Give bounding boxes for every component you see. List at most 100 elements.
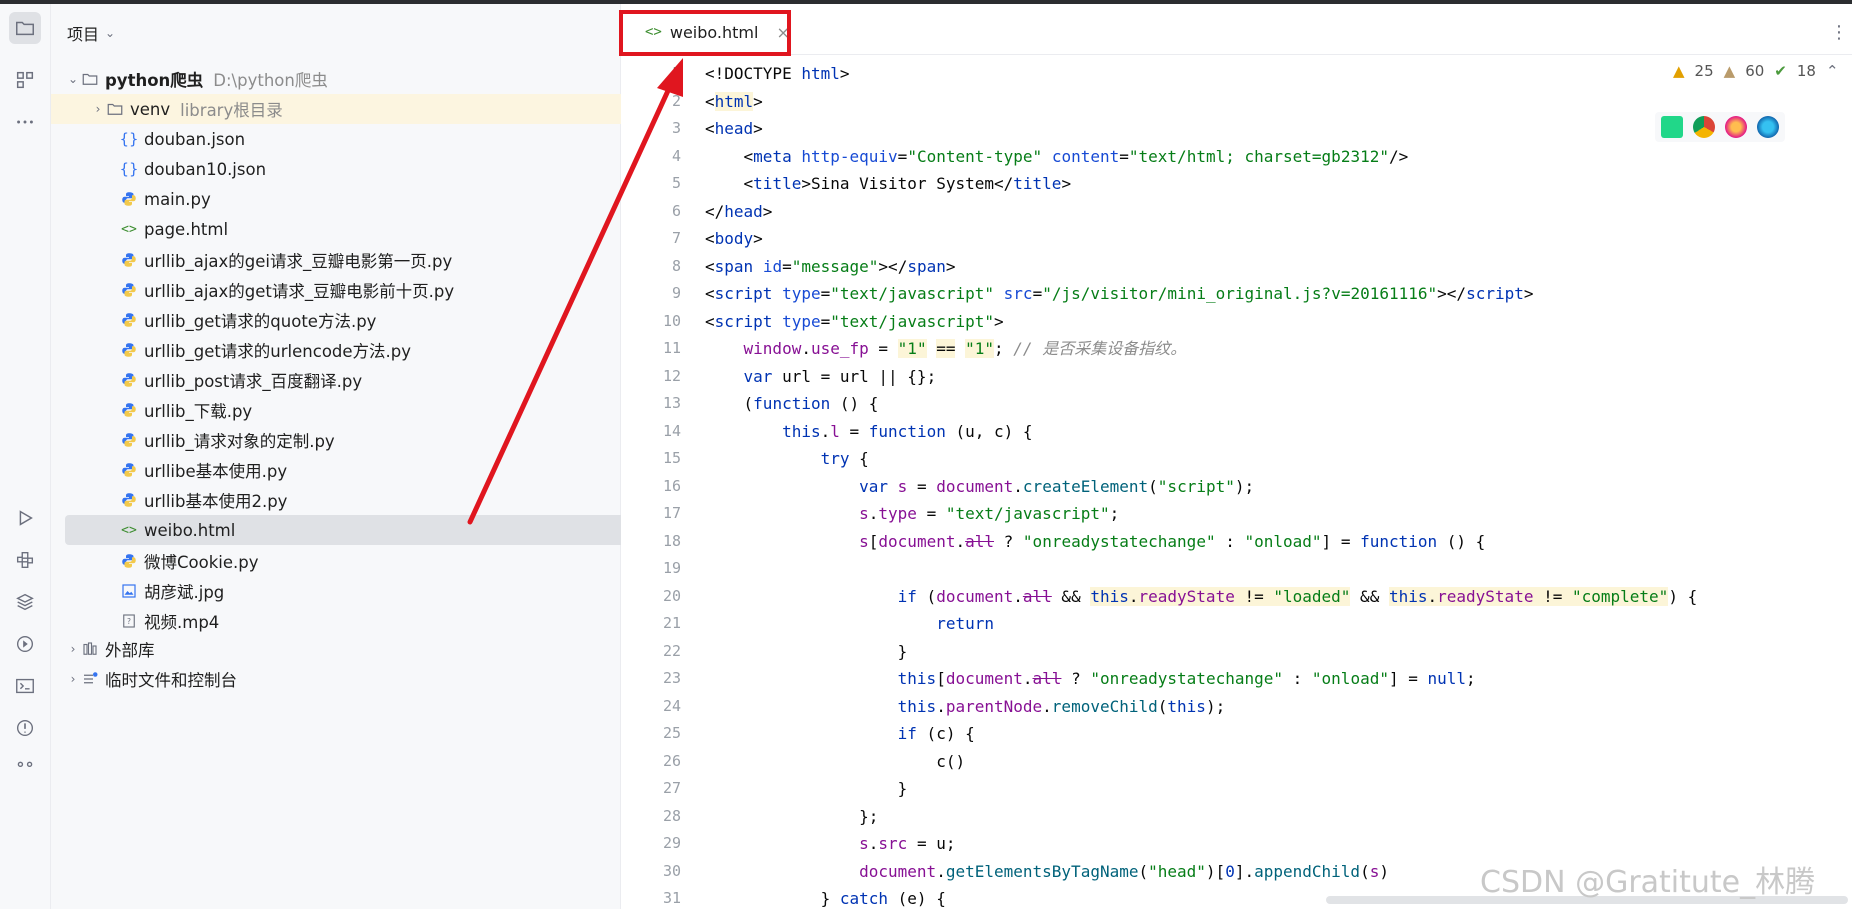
line-number: 21	[662, 614, 681, 632]
line-number: 27	[662, 779, 681, 797]
python-console-button[interactable]	[9, 544, 41, 576]
tree-item-file[interactable]: urllib基本使用2.py	[51, 485, 688, 515]
code-line[interactable]: <!DOCTYPE html>	[705, 60, 850, 88]
python-file-icon	[119, 370, 139, 390]
tree-item-file[interactable]: main.py	[51, 184, 688, 214]
layers-tool-button[interactable]	[9, 586, 41, 618]
tree-item-label: urllib_ajax的gei请求_豆瓣电影第一页.py	[144, 251, 453, 271]
json-file-icon: {}	[119, 130, 139, 149]
code-line[interactable]: <head>	[705, 115, 763, 143]
line-number: 19	[662, 559, 681, 577]
services-icon	[16, 635, 34, 653]
pycharm-icon[interactable]	[1661, 116, 1683, 138]
python-file-icon	[119, 280, 139, 300]
code-line[interactable]: <html>	[705, 88, 763, 116]
line-number: 9	[671, 284, 681, 302]
tree-item-file[interactable]: ? 视频.mp4	[51, 606, 688, 636]
chrome-icon[interactable]	[1693, 116, 1715, 138]
tree-item-label: main.py	[144, 189, 211, 209]
tree-item-file[interactable]: 胡彦斌.jpg	[51, 576, 688, 606]
code-line[interactable]: (function () {	[705, 390, 879, 418]
tree-item-file[interactable]: urllib_post请求_百度翻译.py	[51, 365, 688, 395]
code-line[interactable]: <title>Sina Visitor System</title>	[705, 170, 1072, 198]
tree-item-label: urllib_请求对象的定制.py	[144, 432, 335, 452]
code-line[interactable]: this[document.all ? "onreadystatechange"…	[705, 665, 1476, 693]
more-vertical-icon[interactable]: ⋮	[1830, 22, 1848, 43]
structure-tool-button[interactable]	[9, 64, 41, 96]
line-number: 7	[671, 229, 681, 247]
line-number: 12	[662, 366, 681, 385]
project-panel-header[interactable]: 项目 ⌄	[67, 21, 115, 45]
chevron-right-icon: ›	[70, 672, 76, 686]
tree-item-file[interactable]: <> page.html	[51, 214, 688, 244]
problems-icon	[16, 719, 34, 737]
chevron-up-icon[interactable]: ⌃	[1826, 62, 1839, 80]
code-line[interactable]: return	[705, 610, 994, 638]
layers-icon	[16, 593, 34, 611]
firefox-icon[interactable]	[1725, 116, 1747, 138]
warning-icon: ▲	[1673, 62, 1685, 80]
tree-item-file[interactable]: urllib_ajax的get请求_豆瓣电影前十页.py	[51, 275, 688, 305]
tree-item-file[interactable]: urllib_ajax的gei请求_豆瓣电影第一页.py	[51, 245, 688, 275]
code-line[interactable]: try {	[705, 445, 869, 473]
code-line[interactable]: s.type = "text/javascript";	[705, 500, 1119, 528]
python-file-icon	[119, 430, 139, 450]
code-line[interactable]: <meta http-equiv="Content-type" content=…	[705, 143, 1409, 171]
code-line[interactable]: } catch (e) {	[705, 885, 946, 913]
html-file-icon: <>	[121, 221, 137, 237]
tree-item-note: library根目录	[180, 101, 283, 120]
tree-item-label: urllib_get请求的urlencode方法.py	[144, 341, 412, 361]
tree-item-file[interactable]: urllib_下载.py	[51, 395, 688, 425]
code-line[interactable]: }	[705, 638, 908, 666]
tree-item-file[interactable]: <> weibo.html	[65, 515, 659, 546]
code-line[interactable]: </head>	[705, 198, 772, 226]
tree-item-file[interactable]: {} douban10.json	[51, 154, 688, 184]
unknown-file-icon: ?	[119, 611, 139, 631]
tree-external-libraries[interactable]: › 外部库	[51, 634, 635, 664]
structure-icon	[16, 71, 34, 89]
line-number: 4	[671, 146, 681, 165]
json-file-icon: {}	[119, 160, 139, 179]
terminal-tool-button[interactable]	[9, 670, 41, 702]
code-line[interactable]: s.src = u;	[705, 830, 955, 858]
run-tool-button[interactable]	[9, 502, 41, 534]
code-line[interactable]: c()	[705, 748, 965, 776]
code-line[interactable]: <span id="message"></span>	[705, 253, 956, 281]
code-line[interactable]: window.use_fp = "1" == "1"; // 是否采集设备指纹。	[705, 335, 1186, 363]
code-line[interactable]: if (document.all && this.readyState != "…	[705, 583, 1697, 611]
line-number: 26	[662, 751, 681, 770]
more-tools-button[interactable]	[9, 106, 41, 138]
code-line[interactable]: };	[705, 803, 878, 831]
code-line[interactable]: var s = document.createElement("script")…	[705, 473, 1254, 501]
line-number: 13	[662, 394, 681, 412]
tree-root[interactable]: ⌄ python爬虫 D:\python爬虫	[51, 64, 635, 94]
tree-item-file[interactable]: {} douban.json	[51, 124, 688, 154]
problems-tool-button[interactable]	[9, 712, 41, 744]
line-number: 24	[662, 696, 681, 715]
inspection-widget[interactable]: ▲ 25 ▲ 60 ✔ 18 ⌃	[1673, 62, 1839, 80]
edge-icon[interactable]	[1757, 116, 1779, 138]
code-line[interactable]: var url = url || {};	[705, 363, 937, 391]
tree-item-file[interactable]: urllibe基本使用.py	[51, 455, 688, 485]
project-tool-button[interactable]	[9, 12, 41, 44]
code-line[interactable]: <script type="text/javascript">	[705, 308, 1004, 336]
tree-item-venv[interactable]: › venv library根目录	[51, 94, 660, 124]
code-line[interactable]: <script type="text/javascript" src="/js/…	[705, 280, 1534, 308]
code-line[interactable]: if (c) {	[705, 720, 975, 748]
ok-count: 18	[1796, 62, 1816, 80]
tree-item-file[interactable]: 微博Cookie.py	[51, 546, 688, 576]
more-dots-icon	[17, 120, 33, 124]
tree-scratches[interactable]: › 临时文件和控制台	[51, 664, 635, 694]
code-line[interactable]: <body>	[705, 225, 763, 253]
tree-item-file[interactable]: urllib_请求对象的定制.py	[51, 425, 688, 455]
code-line[interactable]: this.l = function (u, c) {	[705, 418, 1032, 446]
code-line[interactable]: this.parentNode.removeChild(this);	[705, 693, 1226, 721]
services-tool-button[interactable]	[9, 628, 41, 660]
code-line[interactable]: }	[705, 775, 908, 803]
version-control-button[interactable]	[9, 752, 41, 784]
code-line[interactable]: s[document.all ? "onreadystatechange" : …	[705, 528, 1485, 556]
tree-item-file[interactable]: urllib_get请求的urlencode方法.py	[51, 335, 688, 365]
code-line[interactable]: document.getElementsByTagName("head")[0]…	[705, 858, 1389, 886]
tree-item-file[interactable]: urllib_get请求的quote方法.py	[51, 305, 688, 335]
line-number: 3	[671, 119, 681, 137]
